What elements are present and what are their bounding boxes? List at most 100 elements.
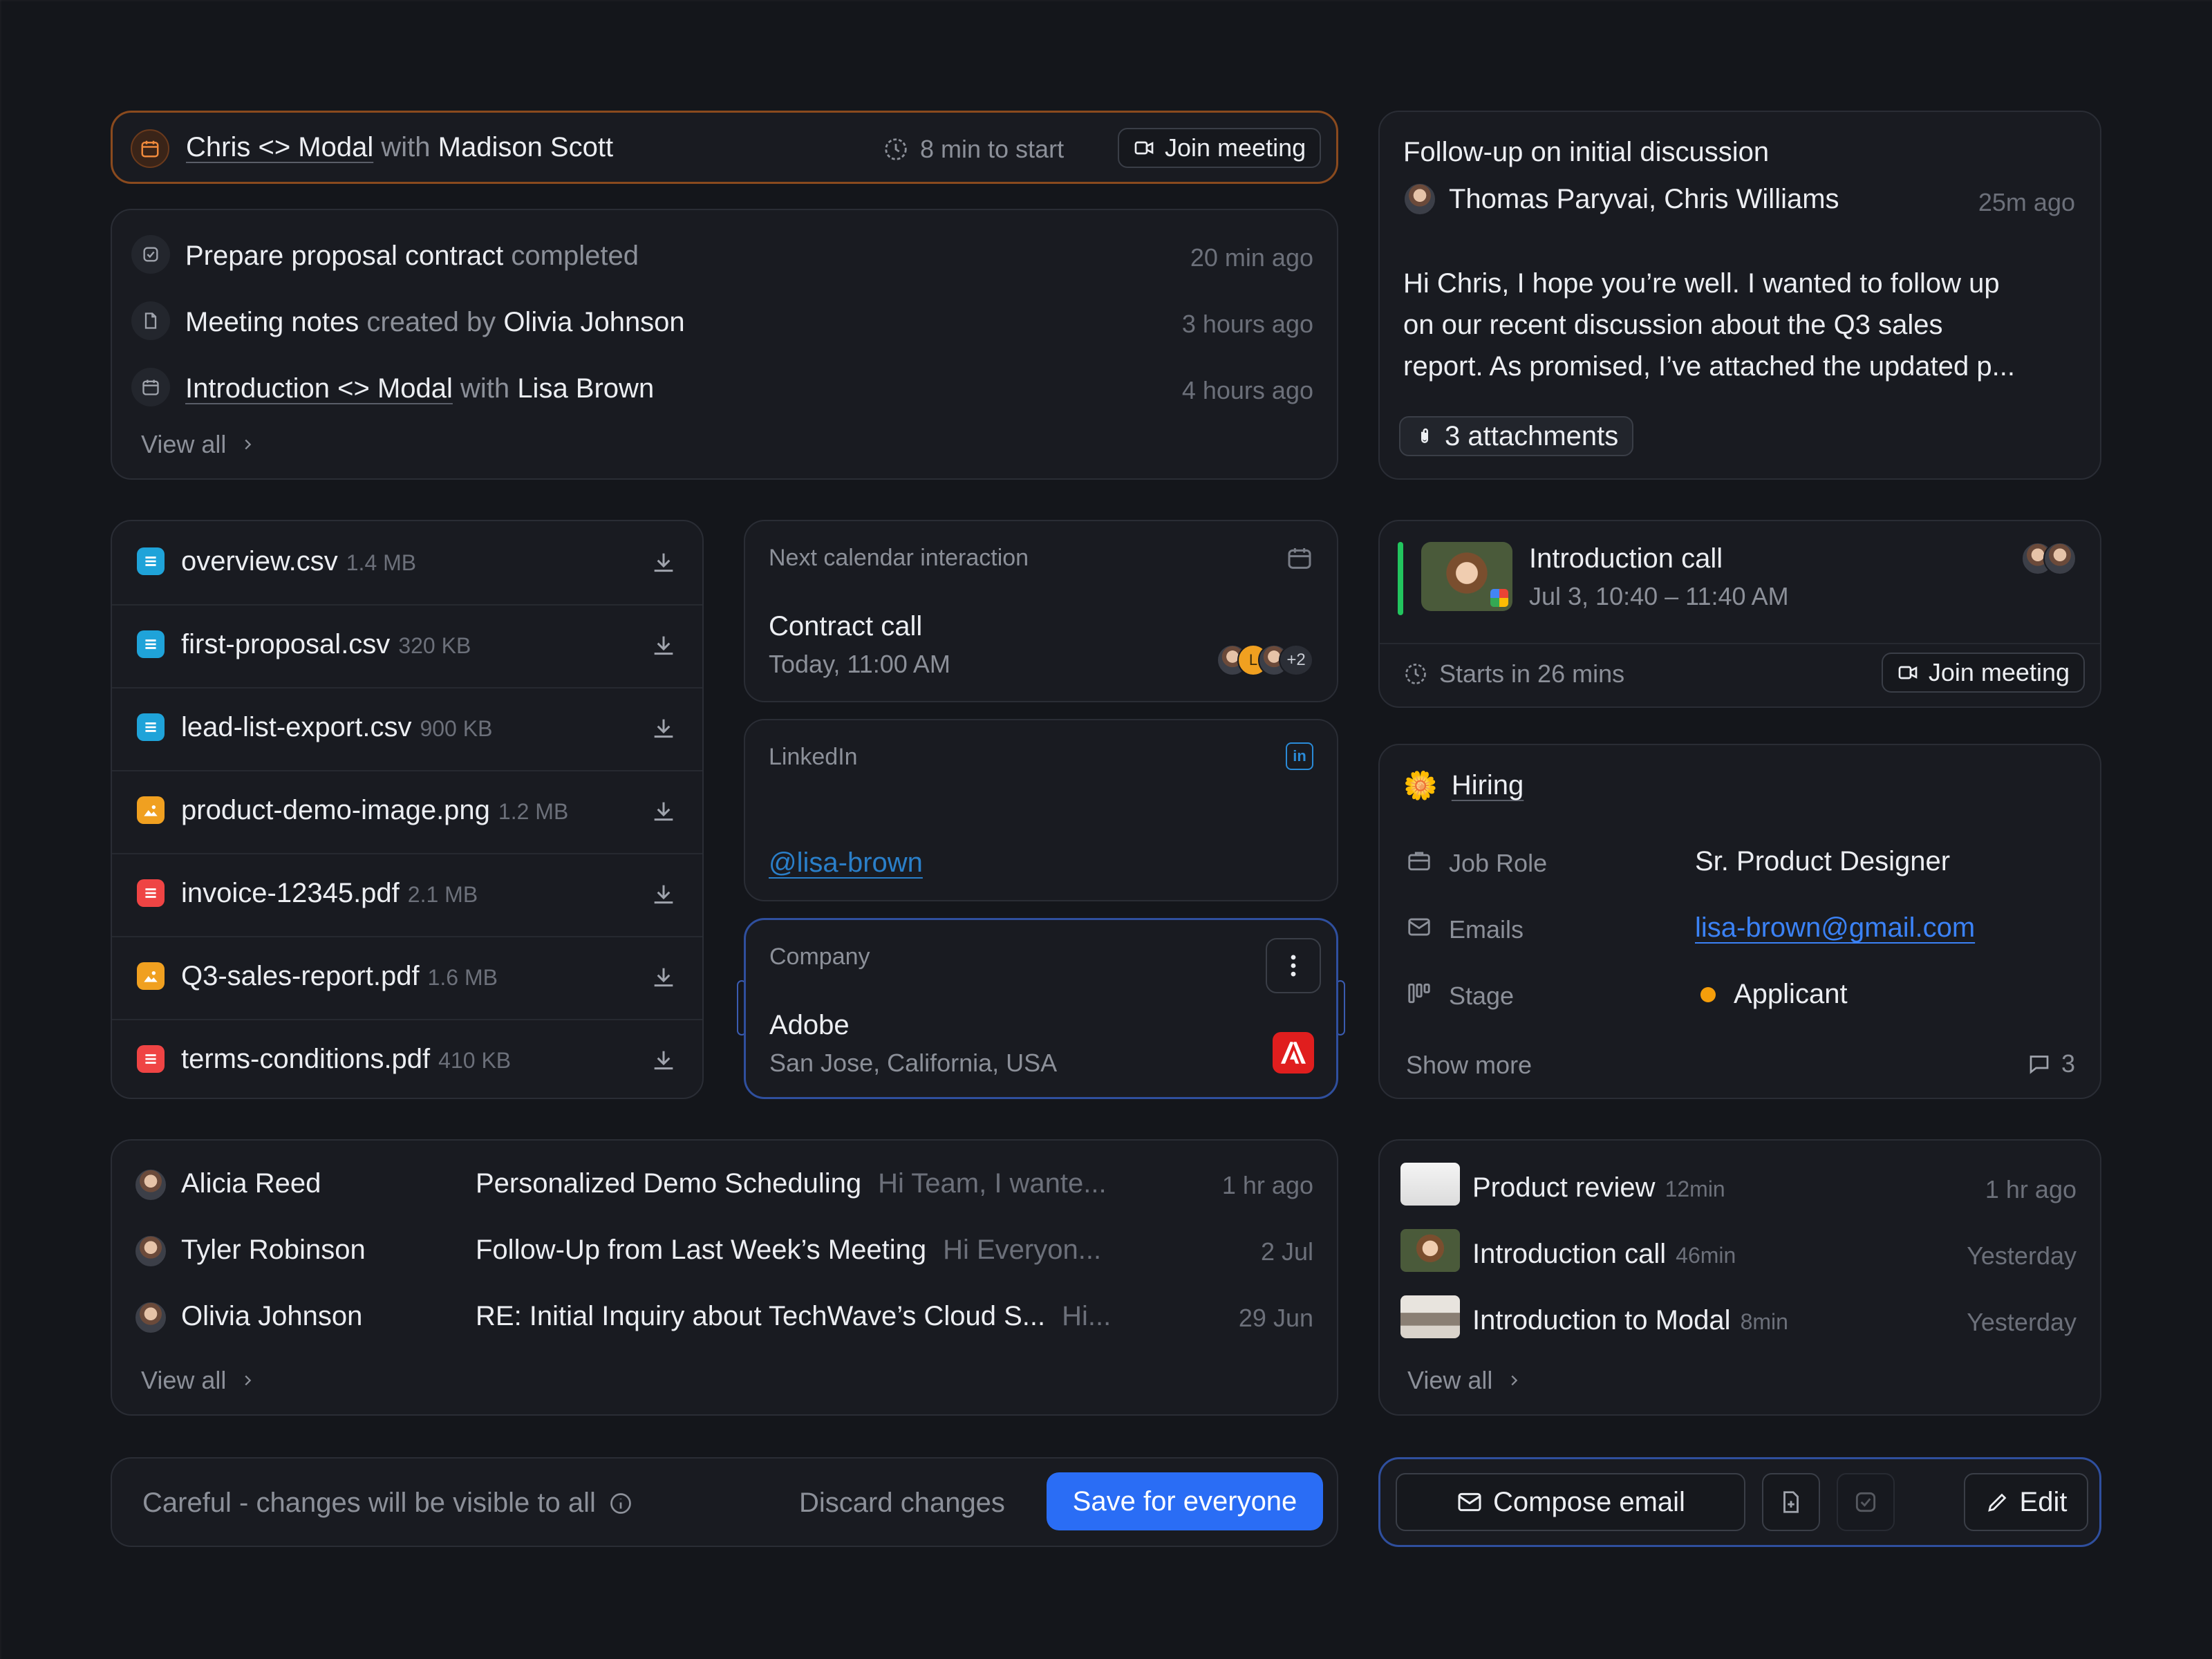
kanban-icon xyxy=(1408,983,1430,1004)
email-link[interactable]: lisa-brown@gmail.com xyxy=(1695,912,1975,944)
mail-icon xyxy=(1408,918,1430,936)
calendar-sync-icon[interactable] xyxy=(1286,545,1313,572)
comment-icon xyxy=(2030,1056,2049,1074)
show-more-link[interactable]: Show more xyxy=(1406,1051,1532,1080)
emails-view-all-link[interactable]: View all xyxy=(141,1366,255,1395)
pencil-icon xyxy=(1987,1493,2006,1512)
recording-title: Introduction to Modal xyxy=(1472,1305,1731,1335)
activity-time: 4 hours ago xyxy=(1181,376,1313,404)
activity-item[interactable]: Prepare proposal contract completed xyxy=(185,241,639,272)
download-icon[interactable] xyxy=(648,796,679,827)
email-sender: Tyler Robinson xyxy=(181,1235,366,1265)
attendee-stack[interactable] xyxy=(2021,542,2077,575)
attendee-stack[interactable]: L +2 xyxy=(1217,644,1313,676)
call-thumbnail xyxy=(1421,542,1512,611)
file-label: invoice-12345.pdf 2.1 MB xyxy=(181,878,478,909)
download-icon[interactable] xyxy=(648,879,679,910)
new-task-button[interactable] xyxy=(1837,1473,1895,1531)
email-row[interactable]: Alicia Reed Personalized Demo Scheduling H… xyxy=(112,1163,1337,1211)
avatar xyxy=(1403,182,1436,216)
file-row[interactable]: overview.csv 1.4 MB xyxy=(112,521,702,604)
file-label: overview.csv 1.4 MB xyxy=(181,546,416,577)
email-subject: Personalized Demo Scheduling xyxy=(476,1168,862,1199)
intro-call-title: Introduction call xyxy=(1529,543,1723,574)
fade-overflow xyxy=(1899,1473,1961,1531)
field-label: Stage xyxy=(1449,982,1515,1010)
banner-with: with xyxy=(381,132,431,162)
recording-row[interactable]: Product review 12min 1 hr ago xyxy=(1380,1163,2100,1211)
kebab-icon xyxy=(1291,955,1296,977)
email-preview-card[interactable]: Follow-up on initial discussion Thomas P… xyxy=(1378,111,2101,480)
new-document-button[interactable] xyxy=(1762,1473,1820,1531)
meeting-banner[interactable]: Chris <> Modal with Madison Scott 8 min … xyxy=(111,111,1338,184)
file-size: 900 KB xyxy=(420,716,493,741)
calendar-icon xyxy=(131,129,169,168)
attachments-chip[interactable]: 3 attachments xyxy=(1399,416,1634,456)
file-row[interactable]: terms-conditions.pdf 410 KB xyxy=(112,1019,702,1098)
recording-time: Yesterday xyxy=(1967,1241,2077,1270)
job-role-value[interactable]: Sr. Product Designer xyxy=(1695,846,1950,877)
email-participants-row: Thomas Paryvai, Chris Williams xyxy=(1403,182,1839,216)
download-icon[interactable] xyxy=(648,547,679,578)
recording-thumbnail xyxy=(1400,1229,1460,1272)
file-label: Q3-sales-report.pdf 1.6 MB xyxy=(181,961,498,992)
discard-changes-button[interactable]: Discard changes xyxy=(799,1488,1005,1519)
recording-label: Introduction to Modal 8min xyxy=(1472,1305,1788,1336)
file-name: overview.csv xyxy=(181,546,338,577)
activity-view-all-link[interactable]: View all xyxy=(141,430,255,459)
file-row[interactable]: lead-list-export.csv 900 KB xyxy=(112,687,702,770)
linkedin-card[interactable]: LinkedIn in @lisa-brown xyxy=(744,719,1338,901)
file-row[interactable]: Q3-sales-report.pdf 1.6 MB xyxy=(112,936,702,1019)
file-row[interactable]: first-proposal.csv 320 KB xyxy=(112,604,702,687)
image-file-icon xyxy=(137,796,165,824)
file-row[interactable]: product-demo-image.png 1.2 MB xyxy=(112,770,702,853)
mail-compose-icon xyxy=(1458,1492,1481,1512)
email-time: 25m ago xyxy=(1978,188,2075,216)
more-options-button[interactable] xyxy=(1266,938,1321,993)
edit-button[interactable]: Edit xyxy=(1964,1473,2088,1531)
join-meeting-button[interactable]: Join meeting xyxy=(1118,128,1322,168)
recording-label: Product review 12min xyxy=(1472,1172,1725,1203)
google-meet-icon xyxy=(1490,589,1508,607)
intro-call-card[interactable]: Introduction call Jul 3, 10:40 – 11:40 A… xyxy=(1378,520,2101,708)
banner-person[interactable]: Madison Scott xyxy=(438,132,613,162)
briefcase-icon xyxy=(1408,852,1430,871)
stage-value[interactable]: Applicant xyxy=(1700,979,1848,1010)
video-icon xyxy=(1134,141,1154,155)
file-label: product-demo-image.png 1.2 MB xyxy=(181,795,568,826)
activity-item[interactable]: Introduction <> Modal with Lisa Brown xyxy=(185,373,654,404)
email-row[interactable]: Olivia Johnson RE: Initial Inquiry about … xyxy=(112,1295,1337,1344)
email-time: 29 Jun xyxy=(1224,1304,1313,1333)
recordings-view-all-link[interactable]: View all xyxy=(1407,1366,1521,1395)
file-row[interactable]: invoice-12345.pdf 2.1 MB xyxy=(112,853,702,936)
linkedin-handle-link[interactable]: @lisa-brown xyxy=(769,847,923,879)
chevron-right-icon xyxy=(245,439,252,450)
file-size: 1.2 MB xyxy=(498,799,569,824)
email-list-card: View all Alicia Reed Personalized Demo Sc… xyxy=(111,1139,1338,1416)
recording-row[interactable]: Introduction to Modal 8min Yesterday xyxy=(1380,1295,2100,1344)
download-icon[interactable] xyxy=(648,1045,679,1076)
compose-email-button[interactable]: Compose email xyxy=(1396,1473,1745,1531)
email-row[interactable]: Tyler Robinson Follow-Up from Last Week’s… xyxy=(112,1229,1337,1277)
calendar-icon xyxy=(131,368,170,406)
email-line: Follow-Up from Last Week’s Meeting Hi Eve… xyxy=(476,1235,1271,1266)
activity-item[interactable]: Meeting notes created by Olivia Johnson xyxy=(185,307,685,338)
download-icon[interactable] xyxy=(648,630,679,661)
recording-row[interactable]: Introduction call 46min Yesterday xyxy=(1380,1229,2100,1277)
avatar xyxy=(134,1168,167,1201)
next-calendar-title: Contract call xyxy=(769,611,923,641)
comments-count[interactable]: 3 xyxy=(2027,1049,2075,1078)
email-subject: Follow-up on initial discussion xyxy=(1403,137,1770,167)
recording-label: Introduction call 46min xyxy=(1472,1239,1736,1270)
download-icon[interactable] xyxy=(648,962,679,993)
company-card[interactable]: Company Adobe San Jose, California, USA xyxy=(744,918,1338,1099)
join-meeting-button[interactable]: Join meeting xyxy=(1881,653,2085,693)
next-calendar-card[interactable]: Next calendar interaction Contract call … xyxy=(744,520,1338,702)
banner-title[interactable]: Chris <> Modal xyxy=(186,132,373,162)
document-icon xyxy=(131,301,170,340)
save-for-everyone-button[interactable]: Save for everyone xyxy=(1047,1472,1323,1530)
recordings-card: View all Product review 12min 1 hr ago Intr… xyxy=(1378,1139,2101,1416)
download-icon[interactable] xyxy=(648,713,679,744)
recording-title: Introduction call xyxy=(1472,1239,1667,1269)
stage-dot xyxy=(1700,986,1716,1002)
